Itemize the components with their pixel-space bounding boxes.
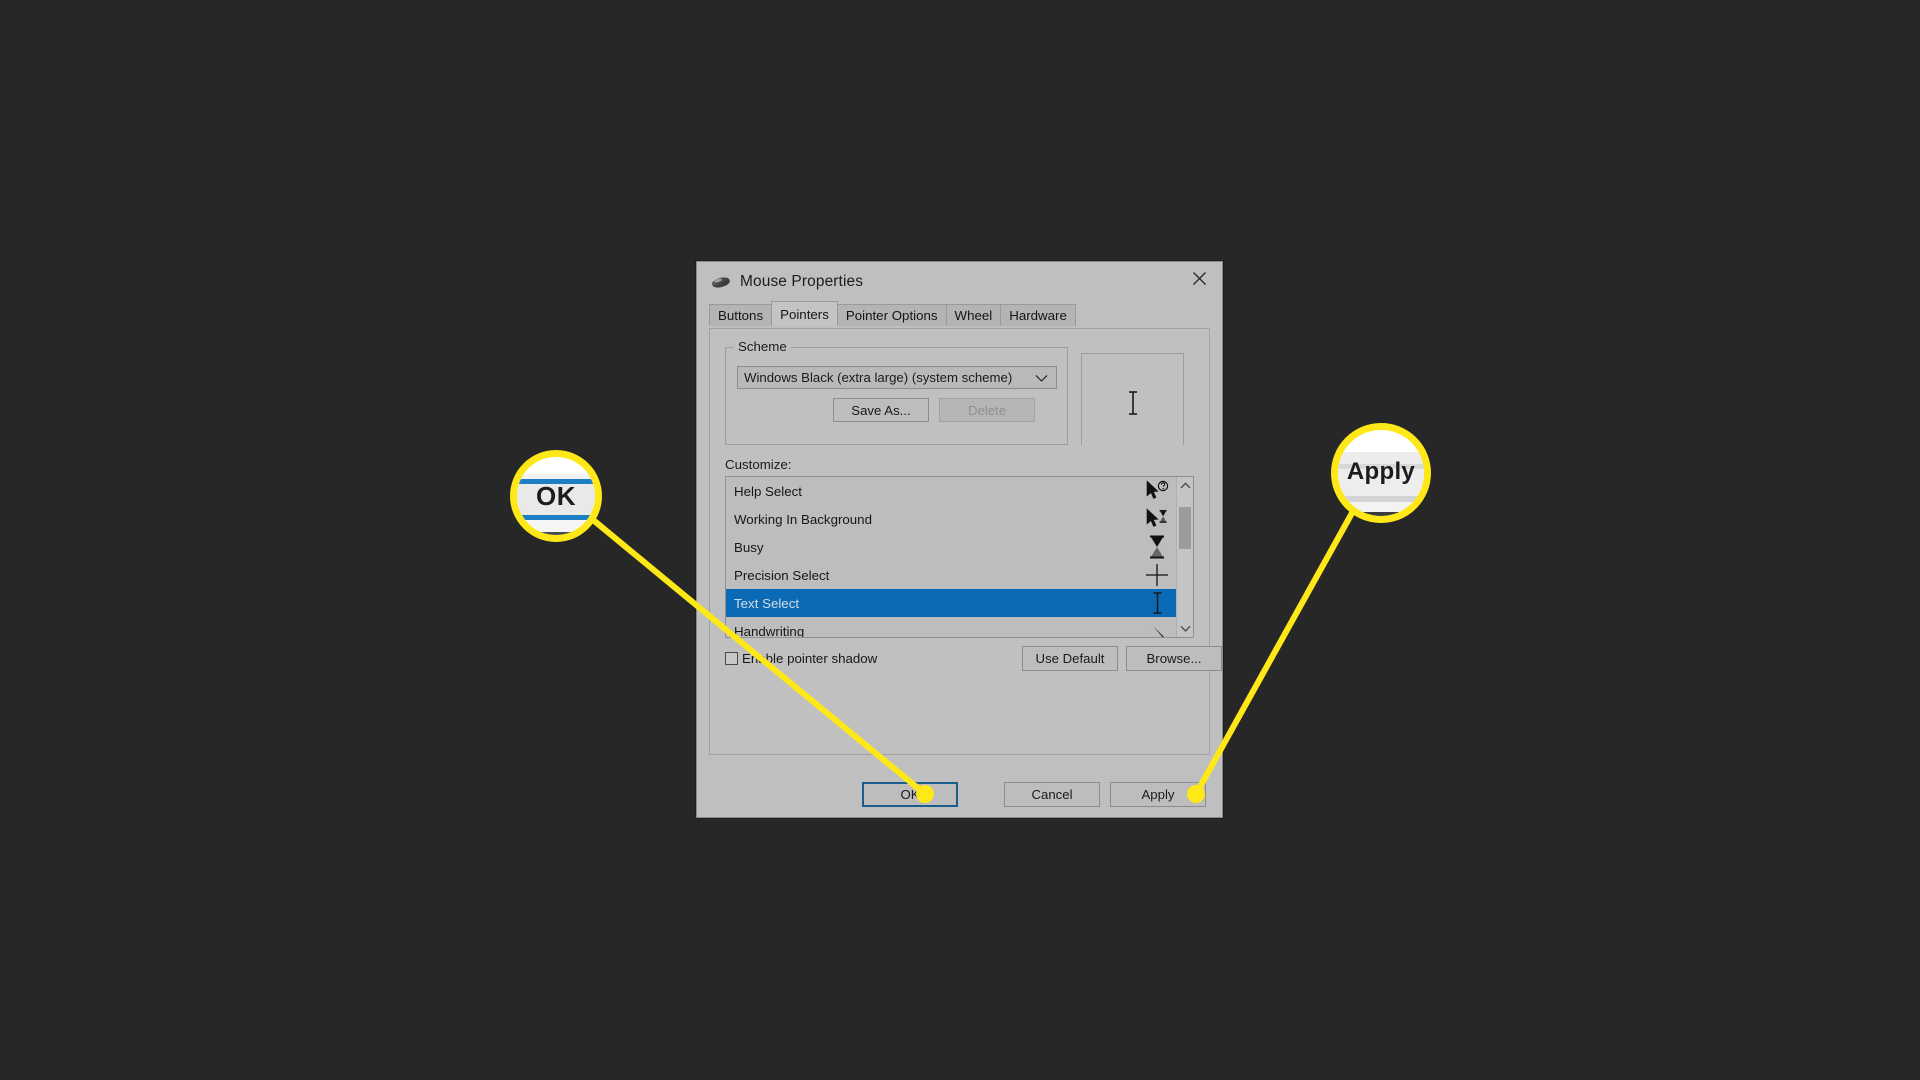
list-item[interactable]: Help Select [726,477,1176,505]
list-item[interactable]: Busy [726,533,1176,561]
ok-button[interactable]: OK [862,782,958,807]
list-item-label: Text Select [734,595,800,611]
enable-pointer-shadow-label: Enable pointer shadow [742,651,878,666]
crosshair-cursor-icon [1144,562,1170,588]
tab-buttons[interactable]: Buttons [709,304,773,326]
callout-ok-content: OK [517,457,595,535]
chevron-up-icon[interactable] [1177,477,1193,494]
list-item[interactable]: Text Select [726,589,1176,617]
tab-pointers[interactable]: Pointers [771,301,838,326]
tab-hardware[interactable]: Hardware [1000,304,1076,326]
scheme-group-label: Scheme [734,339,791,354]
callout-apply-content: Apply [1338,430,1424,516]
hourglass-cursor-icon [1144,534,1170,560]
pointer-preview-pane [1081,353,1184,445]
pointer-list-scrollbar[interactable] [1176,477,1193,637]
pointers-tab-panel: Scheme Windows Black (extra large) (syst… [709,328,1222,755]
desktop-background: Mouse Properties Buttons Pointers Pointe… [0,0,1920,1080]
delete-button: Delete [939,398,1035,422]
callout-ok-label: OK [536,481,576,511]
arrow-hourglass-cursor-icon [1144,506,1170,532]
chevron-down-icon [1035,370,1048,385]
callout-apply: Apply [1331,423,1431,523]
title-bar: Mouse Properties [697,262,1222,302]
scheme-group: Scheme Windows Black (extra large) (syst… [725,339,1068,445]
pointer-list-items: Help Select Working In Background Busy P… [726,477,1176,637]
apply-button[interactable]: Apply [1110,782,1206,807]
list-item[interactable]: Precision Select [726,561,1176,589]
pen-cursor-icon [1144,618,1170,637]
callout-apply-label: Apply [1346,458,1416,485]
list-item[interactable]: Handwriting [726,617,1176,637]
list-item-label: Help Select [734,483,802,499]
window-title: Mouse Properties [740,273,864,290]
browse-button[interactable]: Browse... [1126,646,1222,671]
list-item-label: Handwriting [734,623,805,638]
close-icon[interactable] [1176,262,1222,294]
ibeam-cursor-icon [1144,590,1170,616]
use-default-button[interactable]: Use Default [1022,646,1118,671]
tab-pointer-options[interactable]: Pointer Options [836,304,947,326]
tab-wheel[interactable]: Wheel [945,304,1002,326]
scheme-selected-value: Windows Black (extra large) (system sche… [744,370,1013,385]
mouse-icon [711,275,731,290]
customize-label: Customize: [725,457,792,472]
list-item-label: Working In Background [734,511,872,527]
mouse-properties-dialog: Mouse Properties Buttons Pointers Pointe… [696,261,1223,818]
enable-pointer-shadow-row[interactable]: Enable pointer shadow [725,651,877,666]
tab-strip: Buttons Pointers Pointer Options Wheel H… [709,301,1222,326]
text-select-ibeam-icon [1126,390,1139,421]
scheme-combobox[interactable]: Windows Black (extra large) (system sche… [737,366,1057,389]
scrollbar-thumb[interactable] [1179,507,1191,549]
list-item-label: Busy [734,539,764,555]
arrow-question-cursor-icon [1144,478,1170,504]
chevron-down-icon[interactable] [1177,620,1193,637]
list-item[interactable]: Working In Background [726,505,1176,533]
cancel-button[interactable]: Cancel [1004,782,1100,807]
save-as-button[interactable]: Save As... [833,398,929,422]
enable-pointer-shadow-checkbox[interactable] [725,652,738,665]
list-item-label: Precision Select [734,567,830,583]
pointer-list[interactable]: Help Select Working In Background Busy P… [725,476,1194,638]
callout-ok: OK [510,450,602,542]
